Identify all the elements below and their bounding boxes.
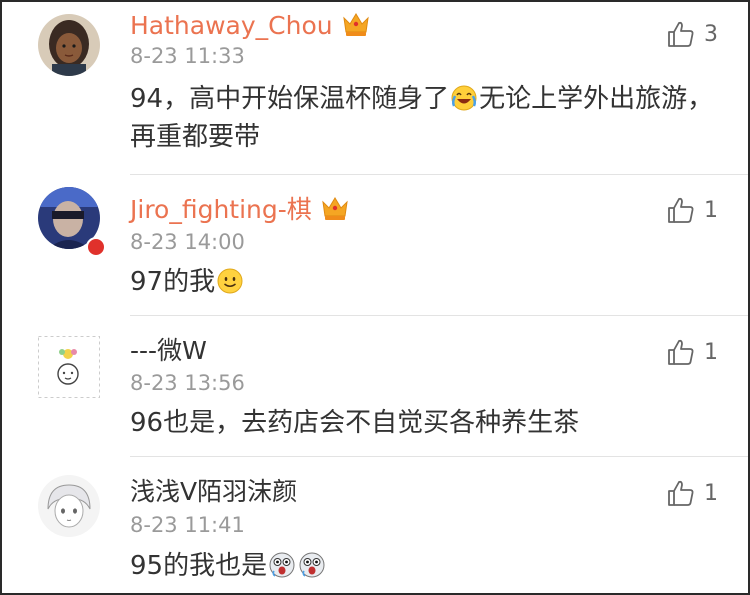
thumbs-up-icon [668,197,694,223]
avatar-doodle-icon [38,336,100,398]
like-button[interactable]: 1 [666,336,718,368]
username-text[interactable]: ---微W [130,336,207,365]
comment-text: 97的我 [130,263,720,301]
vip-crown-icon [322,197,348,220]
comment-time: 8-23 11:33 [130,44,245,68]
comment-item: 浅浅V陌羽沫颜 8-23 11:41 95的我也是 1 [2,457,748,593]
comment-text-part: 94，高中开始保温杯随身了 [130,84,450,114]
comment-item: Jiro_fighting-棋 8-23 14:00 97的我 1 [2,175,748,315]
avatar-girl-icon [38,14,100,76]
username-text[interactable]: Jiro_fighting-棋 [130,195,312,224]
comment-time: 8-23 13:56 [130,371,245,395]
comment-text-part: 95的我也是 [130,551,268,581]
comment-text-part: 96也是，去药店会不自觉买各种养生茶 [130,408,580,438]
comment-time: 8-23 14:00 [130,230,245,254]
avatar[interactable] [38,336,100,398]
avatar-anime-icon [38,475,100,537]
frightened-emoji-icon [299,552,325,578]
comment-item: Hathaway_Chou 8-23 11:33 94，高中开始保温杯随身了 无… [2,2,748,174]
comment-text-part: 97的我 [130,267,216,297]
comment-text: 94，高中开始保温杯随身了 无论上学外出旅游，再重都要带 [130,80,720,156]
vip-crown-icon [342,13,369,36]
verified-badge-icon [86,237,106,257]
username[interactable]: ---微W [130,336,207,366]
username[interactable]: Jiro_fighting-棋 [130,194,350,225]
smile-emoji-icon [217,268,243,294]
avatar[interactable] [38,14,100,76]
laughing-crying-emoji-icon [451,85,477,111]
like-count: 3 [704,21,718,47]
thumbs-up-icon [668,21,694,47]
comment-text: 95的我也是 [130,547,720,585]
like-button[interactable]: 1 [666,194,718,226]
thumbs-up-icon [668,339,694,365]
comment-list: Hathaway_Chou 8-23 11:33 94，高中开始保温杯随身了 无… [0,0,750,595]
like-button[interactable]: 3 [666,18,718,50]
comment-time: 8-23 11:41 [130,513,245,537]
comment-text: 96也是，去药店会不自觉买各种养生茶 [130,404,720,442]
avatar[interactable] [38,475,100,537]
frightened-emoji-icon [269,552,295,578]
username[interactable]: 浅浅V陌羽沫颜 [130,477,297,507]
username[interactable]: Hathaway_Chou [130,10,371,41]
like-count: 1 [704,480,718,506]
thumbs-up-icon [668,480,694,506]
username-text[interactable]: 浅浅V陌羽沫颜 [130,477,297,506]
like-count: 1 [704,339,718,365]
like-button[interactable]: 1 [666,477,718,509]
comment-item: ---微W 8-23 13:56 96也是，去药店会不自觉买各种养生茶 1 [2,316,748,456]
username-text[interactable]: Hathaway_Chou [130,11,333,40]
like-count: 1 [704,197,718,223]
